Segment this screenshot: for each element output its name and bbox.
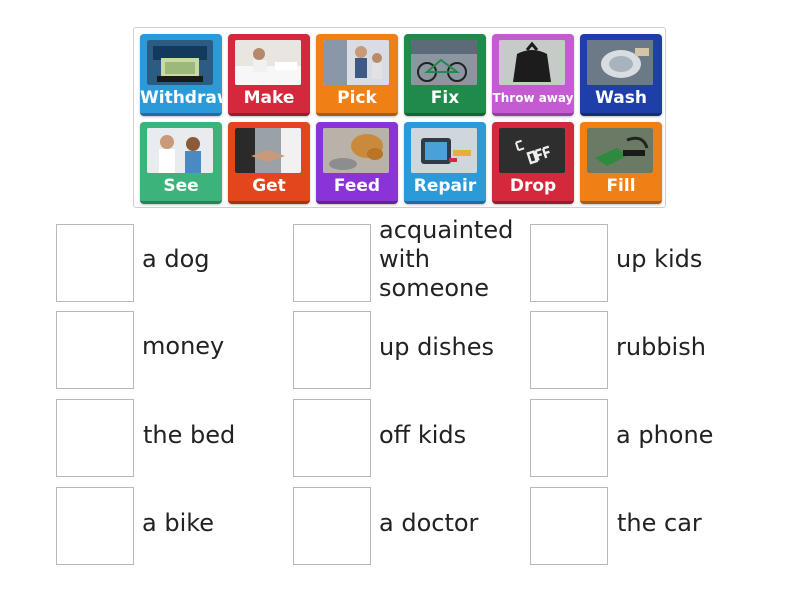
tile-throw-away[interactable]: Throw away [492,34,574,116]
tile-label: Throw away [492,91,574,105]
drop-slot[interactable] [293,399,371,477]
tile-label: Fix [430,88,460,108]
drop-slot[interactable] [530,311,608,389]
drop-off-sign-icon [499,128,565,173]
atm-cash-icon [147,40,213,85]
tile-see[interactable]: See [140,122,222,204]
target-phrase: a doctor [379,509,479,537]
target-phrase: a bike [142,509,215,537]
pickup-kids-icon [323,40,389,85]
fuel-nozzle-icon [587,128,653,173]
tile-label: Get [252,176,286,196]
target-phrase: off kids [379,421,467,449]
phone-repair-icon [411,128,477,173]
tile-label: See [163,176,199,196]
drop-slot[interactable] [530,399,608,477]
dish-washing-icon [587,40,653,85]
target-phrase: acquainted with someone [379,216,514,302]
tile-get[interactable]: Get [228,122,310,204]
drop-slot[interactable] [293,224,371,302]
target-phrase: rubbish [616,333,706,361]
tile-repair[interactable]: Repair [404,122,486,204]
tile-drop[interactable]: Drop [492,122,574,204]
rubbish-bag-icon [499,40,565,85]
tile-label: Withdraw [140,88,222,108]
target-phrase: a dog [142,245,210,273]
tile-label: Feed [333,176,381,196]
tile-bank: Withdraw Make [133,27,666,208]
drop-slot[interactable] [293,311,371,389]
target-phrase: the car [617,509,702,537]
tile-label: Pick [337,88,377,108]
match-up-activity: Withdraw Make [0,0,800,600]
target-phrase: the bed [143,421,236,449]
target-phrase: up dishes [379,333,494,361]
target-phrase: up kids [616,245,703,273]
handshake-icon [235,128,301,173]
tile-wash[interactable]: Wash [580,34,662,116]
tile-label: Repair [413,176,477,196]
tile-label: Make [243,88,295,108]
tile-fill[interactable]: Fill [580,122,662,204]
drop-slot[interactable] [56,399,134,477]
drop-slot[interactable] [293,487,371,565]
tile-label: Wash [595,88,647,108]
tile-label: Fill [606,176,636,196]
dog-bowl-icon [323,128,389,173]
tile-withdraw[interactable]: Withdraw [140,34,222,116]
target-phrase: money [142,332,225,360]
drop-slot[interactable] [530,487,608,565]
doctor-visit-icon [147,128,213,173]
target-phrase: a phone [616,421,714,449]
bike-workshop-icon [411,40,477,85]
tile-label: Drop [509,176,557,196]
drop-slot[interactable] [530,224,608,302]
bed-making-icon [235,40,301,85]
drop-slot[interactable] [56,311,134,389]
tile-fix[interactable]: Fix [404,34,486,116]
tile-make[interactable]: Make [228,34,310,116]
tile-feed[interactable]: Feed [316,122,398,204]
drop-slot[interactable] [56,224,134,302]
tile-pick[interactable]: Pick [316,34,398,116]
drop-slot[interactable] [56,487,134,565]
